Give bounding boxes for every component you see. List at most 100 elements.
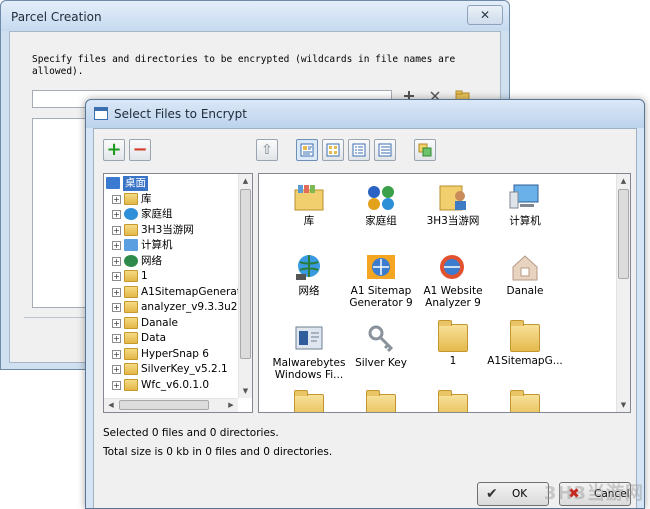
computer-icon — [124, 239, 138, 251]
parcel-close-button[interactable]: ✕ — [467, 5, 503, 25]
tree-item[interactable]: + 网络 — [104, 254, 238, 269]
file-item[interactable]: 库 — [271, 182, 347, 227]
file-item-partial[interactable] — [415, 390, 491, 412]
expand-icon[interactable]: + — [112, 210, 121, 219]
folder-icon — [124, 285, 138, 298]
expand-icon[interactable]: + — [112, 287, 121, 297]
expand-icon[interactable]: + — [112, 256, 121, 266]
folder-icon — [366, 390, 396, 412]
file-item[interactable]: Silver Key — [343, 324, 419, 369]
scroll-down-icon[interactable]: ▼ — [617, 398, 630, 412]
status-selected: Selected 0 files and 0 directories. — [103, 427, 279, 439]
silver-key-icon — [343, 324, 419, 354]
select-title: Select Files to Encrypt — [114, 107, 247, 121]
file-item-label: 3H3当游网 — [426, 215, 480, 227]
folder-icon — [124, 378, 138, 391]
file-item[interactable]: A1SitemapG... — [487, 320, 563, 367]
file-item-partial[interactable] — [343, 390, 419, 412]
view-large-icons-button[interactable] — [296, 139, 318, 161]
folder-tree[interactable]: 桌面 + 库 + 家庭组 +3H3当游网 + 计算机 + 网络 +1 + A1SitemapGenera… — [103, 173, 253, 413]
file-item[interactable]: A1 Sitemap Generator 9 — [343, 252, 419, 309]
folder-icon — [438, 390, 468, 412]
view-details-button[interactable] — [374, 139, 396, 161]
remove-button[interactable]: − — [129, 139, 151, 161]
file-item-label: A1 Sitemap Generator 9 — [349, 285, 413, 309]
expand-icon[interactable]: + — [112, 365, 121, 374]
scroll-down-icon[interactable]: ▼ — [239, 384, 252, 398]
ok-button[interactable]: ✔ OK — [477, 482, 549, 506]
file-item-label: Malwarebytes Windows Fi... — [272, 357, 346, 381]
expand-icon[interactable]: + — [112, 241, 121, 250]
danale-icon — [487, 252, 563, 282]
tree-item[interactable]: + SilverKey_v5.2.1 — [104, 362, 238, 377]
file-item-label: A1SitemapG... — [487, 355, 563, 367]
file-item[interactable]: 3H3当游网 — [415, 182, 491, 227]
file-item[interactable]: Malwarebytes Windows Fi... — [271, 324, 347, 381]
tree-horizontal-scrollbar[interactable]: ◀ ▶ — [104, 398, 238, 412]
scroll-up-icon[interactable]: ▲ — [617, 174, 630, 188]
scroll-left-icon[interactable]: ◀ — [104, 399, 118, 412]
tree-item-label: 网络 — [141, 254, 162, 267]
add-button[interactable]: + — [103, 139, 125, 161]
file-item[interactable]: 家庭组 — [343, 182, 419, 227]
tree-item[interactable]: + HyperSnap 6 — [104, 347, 238, 362]
copy-selection-button[interactable] — [414, 139, 436, 161]
file-item[interactable]: 1 — [415, 320, 491, 367]
list-view-icon — [352, 143, 366, 157]
file-item-label: 库 — [303, 215, 315, 227]
parcel-titlebar[interactable]: Parcel Creation ✕ — [1, 1, 509, 31]
folder-icon — [124, 316, 138, 329]
expand-icon[interactable]: + — [112, 194, 121, 204]
expand-icon[interactable]: + — [112, 349, 121, 359]
tree-item[interactable]: 桌面 — [104, 176, 238, 191]
tree-item[interactable]: + Wfc_v6.0.1.0 — [104, 378, 238, 393]
file-item[interactable]: 网络 — [271, 252, 347, 297]
homegroup-icon — [124, 208, 138, 220]
file-item[interactable]: Danale — [487, 252, 563, 297]
files-scroll-thumb[interactable] — [618, 189, 629, 279]
tree-item[interactable]: + 计算机 — [104, 238, 238, 253]
file-item-partial[interactable] — [271, 390, 347, 412]
tree-item[interactable]: +3H3当游网 — [104, 223, 238, 238]
tree-hscroll-thumb[interactable] — [119, 400, 209, 410]
tree-vertical-scrollbar[interactable]: ▲ ▼ — [238, 174, 252, 398]
select-files-window: Select Files to Encrypt + − ⇧ 桌面 + 库 + 家庭组 — [85, 99, 645, 509]
tree-item[interactable]: + 库 — [104, 192, 238, 207]
tree-item-label: 家庭组 — [141, 208, 173, 220]
tree-scroll-thumb[interactable] — [240, 189, 251, 359]
malwarebytes-icon — [271, 324, 347, 354]
file-icon-view[interactable]: 库 家庭组 3H3当游网 计算机网络 A1 Sitemap Generator 9 A1 … — [258, 173, 631, 413]
up-folder-button[interactable]: ⇧ — [256, 139, 278, 161]
expand-icon[interactable]: + — [112, 272, 121, 281]
scroll-right-icon[interactable]: ▶ — [224, 399, 238, 412]
file-item[interactable]: 计算机 — [487, 182, 563, 227]
parcel-title: Parcel Creation — [11, 10, 102, 24]
tree-item[interactable]: + A1SitemapGenerato — [104, 285, 247, 300]
expand-icon[interactable]: + — [112, 225, 121, 235]
view-small-icons-button[interactable] — [322, 139, 344, 161]
files-vertical-scrollbar[interactable]: ▲ ▼ — [616, 174, 630, 412]
select-titlebar[interactable]: Select Files to Encrypt — [86, 100, 644, 128]
folder-icon — [124, 332, 138, 344]
tree-item[interactable]: + 家庭组 — [104, 207, 238, 222]
file-item[interactable]: A1 Website Analyzer 9 — [415, 252, 491, 309]
tree-item-label: 1 — [141, 270, 148, 282]
user-folder-icon — [124, 223, 138, 236]
scroll-up-icon[interactable]: ▲ — [239, 174, 252, 188]
tree-item-label: Data — [141, 332, 167, 344]
expand-icon[interactable]: + — [112, 334, 121, 343]
window-icon — [94, 107, 108, 120]
expand-icon[interactable]: + — [112, 318, 121, 328]
tree-item[interactable]: + Data — [104, 331, 238, 346]
large-icons-view-icon — [300, 143, 314, 157]
view-list-button[interactable] — [348, 139, 370, 161]
expand-icon[interactable]: + — [112, 303, 121, 312]
tree-item[interactable]: + Danale — [104, 316, 238, 331]
copy-icon — [418, 143, 432, 157]
expand-icon[interactable]: + — [112, 380, 121, 390]
tree-item[interactable]: + analyzer_v9.3.3u2 — [104, 300, 238, 315]
file-item-partial[interactable] — [487, 390, 563, 412]
user-folder-icon — [415, 182, 491, 212]
file-item-label: A1 Website Analyzer 9 — [423, 285, 483, 309]
tree-item[interactable]: +1 — [104, 269, 238, 284]
